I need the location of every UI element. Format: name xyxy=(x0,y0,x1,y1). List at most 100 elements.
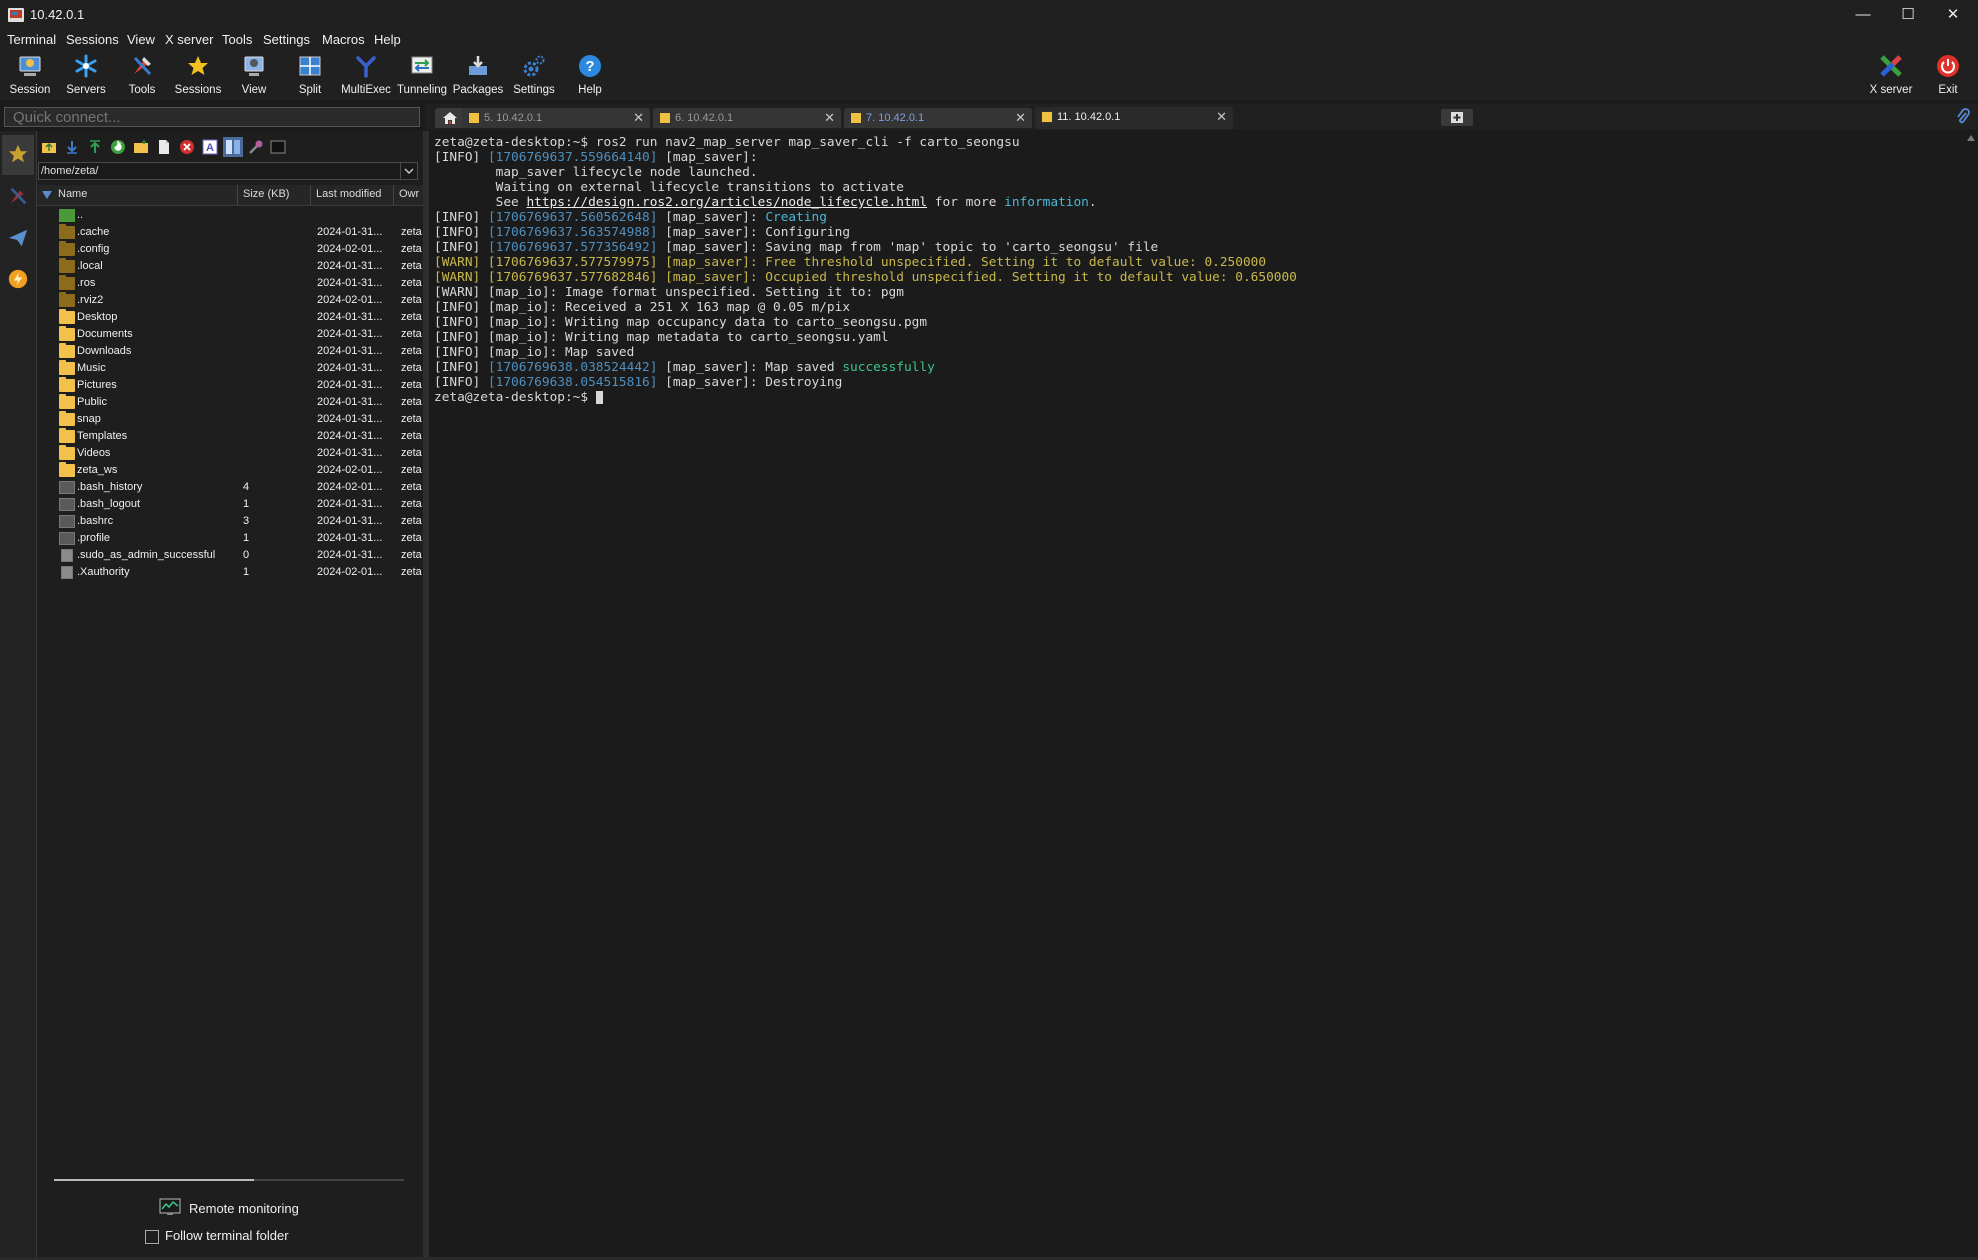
menu-x-server[interactable]: X server xyxy=(165,32,213,47)
table-row[interactable]: Public 2024-01-31... zeta xyxy=(37,394,423,411)
file-name: .rviz2 xyxy=(77,294,104,306)
menu-tools[interactable]: Tools xyxy=(222,32,252,47)
column-name[interactable]: Name xyxy=(58,188,87,200)
table-row[interactable]: .profile 1 2024-01-31... zeta xyxy=(37,530,423,547)
table-row[interactable]: Music 2024-01-31... zeta xyxy=(37,360,423,377)
close-window-button[interactable]: ✕ xyxy=(1930,0,1976,30)
session-button[interactable]: Session xyxy=(2,50,58,100)
file-owner: zeta xyxy=(401,243,422,255)
new-file-icon[interactable] xyxy=(156,139,172,155)
terminal-icon[interactable] xyxy=(270,139,286,155)
close-tab-icon[interactable]: ✕ xyxy=(1216,109,1227,125)
packages-button[interactable]: Packages xyxy=(450,50,506,100)
table-row[interactable]: .bashrc 3 2024-01-31... zeta xyxy=(37,513,423,530)
terminal-line: [INFO] [map_io]: Map saved xyxy=(434,345,1297,360)
multiexec-button[interactable]: MultiExec xyxy=(338,50,394,100)
quick-connect-input[interactable] xyxy=(4,107,420,127)
table-row[interactable]: Videos 2024-01-31... zeta xyxy=(37,445,423,462)
terminal-text: [1706769637.577356492] xyxy=(487,240,658,255)
path-input[interactable] xyxy=(41,164,391,178)
terminal-view[interactable]: zeta@zeta-desktop:~$ ros2 run nav2_map_s… xyxy=(426,131,1963,1257)
rename-icon[interactable]: A xyxy=(202,139,218,155)
table-row[interactable]: .cache 2024-01-31... zeta xyxy=(37,224,423,241)
folder-up-icon[interactable] xyxy=(41,139,57,155)
exit-button[interactable]: Exit xyxy=(1920,50,1976,100)
settings-button[interactable]: Settings xyxy=(506,50,562,100)
close-tab-icon[interactable]: ✕ xyxy=(633,110,644,126)
terminal-text: [INFO] xyxy=(434,210,488,225)
session-tab[interactable]: 7. 10.42.0.1 ✕ xyxy=(844,108,1032,128)
table-row[interactable]: .bash_history 4 2024-02-01... zeta xyxy=(37,479,423,496)
table-row[interactable]: .bash_logout 1 2024-01-31... zeta xyxy=(37,496,423,513)
terminal-link[interactable]: https://design.ros2.org/articles/node_li… xyxy=(526,195,927,210)
scroll-up-icon[interactable] xyxy=(1967,135,1975,141)
table-row[interactable]: .. xyxy=(37,207,423,224)
menu-macros[interactable]: Macros xyxy=(322,32,365,47)
table-row[interactable]: .ros 2024-01-31... zeta xyxy=(37,275,423,292)
column-divider[interactable] xyxy=(237,185,238,205)
table-row[interactable]: .Xauthority 1 2024-02-01... zeta xyxy=(37,564,423,581)
minimize-button[interactable]: — xyxy=(1840,0,1886,30)
close-tab-icon[interactable]: ✕ xyxy=(1015,110,1026,126)
session-tab[interactable]: 5. 10.42.0.1 ✕ xyxy=(462,108,650,128)
help-button[interactable]: ? Help xyxy=(562,50,618,100)
sessions-button[interactable]: Sessions xyxy=(170,50,226,100)
properties-icon[interactable] xyxy=(248,139,264,155)
tools-button[interactable]: Tools xyxy=(114,50,170,100)
menu-view[interactable]: View xyxy=(127,32,155,47)
column-owner[interactable]: Owr xyxy=(399,188,419,200)
new-folder-icon[interactable] xyxy=(133,139,149,155)
x-server-button[interactable]: X server xyxy=(1863,50,1919,100)
new-tab-button[interactable] xyxy=(1441,109,1473,126)
path-dropdown-button[interactable] xyxy=(400,163,417,179)
scrollbar-thumb[interactable] xyxy=(54,1179,254,1181)
table-row[interactable]: .local 2024-01-31... zeta xyxy=(37,258,423,275)
column-divider[interactable] xyxy=(393,185,394,205)
terminal-text: Creating xyxy=(765,210,827,225)
delete-icon[interactable] xyxy=(179,139,195,155)
table-row[interactable]: Downloads 2024-01-31... zeta xyxy=(37,343,423,360)
sidebar-sessions-tab[interactable] xyxy=(2,135,34,175)
sidebar-sftp-tab[interactable] xyxy=(2,261,34,301)
terminal-text: [INFO] [map_io]: Received a 251 X 163 ma… xyxy=(434,300,851,315)
refresh-icon[interactable] xyxy=(110,139,126,155)
column-divider[interactable] xyxy=(310,185,311,205)
follow-terminal-folder-checkbox[interactable] xyxy=(145,1230,159,1244)
table-row[interactable]: Documents 2024-01-31... zeta xyxy=(37,326,423,343)
maximize-button[interactable]: ☐ xyxy=(1885,0,1931,30)
table-row[interactable]: zeta_ws 2024-02-01... zeta xyxy=(37,462,423,479)
table-row[interactable]: Desktop 2024-01-31... zeta xyxy=(37,309,423,326)
split-button[interactable]: Split xyxy=(282,50,338,100)
table-row[interactable]: snap 2024-01-31... zeta xyxy=(37,411,423,428)
home-tab[interactable] xyxy=(435,108,465,128)
menu-sessions[interactable]: Sessions xyxy=(66,32,119,47)
session-tab[interactable]: 11. 10.42.0.1 ✕ xyxy=(1035,107,1233,129)
table-row[interactable]: Templates 2024-01-31... zeta xyxy=(37,428,423,445)
file-name: .bash_history xyxy=(77,481,143,493)
sidebar-tools-tab[interactable] xyxy=(2,177,34,217)
download-icon[interactable] xyxy=(64,139,80,155)
horizontal-scrollbar[interactable] xyxy=(54,1179,404,1181)
servers-button[interactable]: Servers xyxy=(58,50,114,100)
terminal-scrollbar[interactable] xyxy=(1964,131,1978,1257)
menu-terminal[interactable]: Terminal xyxy=(7,32,56,47)
terminal-text: [map_saver]: Configuring xyxy=(657,225,851,240)
session-tab[interactable]: 6. 10.42.0.1 ✕ xyxy=(653,108,841,128)
column-size[interactable]: Size (KB) xyxy=(243,188,289,200)
column-last-modified[interactable]: Last modified xyxy=(316,188,381,200)
paperclip-icon[interactable] xyxy=(1956,108,1970,126)
menu-help[interactable]: Help xyxy=(374,32,401,47)
follow-terminal-folder-label[interactable]: Follow terminal folder xyxy=(165,1228,289,1243)
file-name: .Xauthority xyxy=(77,566,130,578)
table-row[interactable]: .rviz2 2024-02-01... zeta xyxy=(37,292,423,309)
table-row[interactable]: .config 2024-02-01... zeta xyxy=(37,241,423,258)
close-tab-icon[interactable]: ✕ xyxy=(824,110,835,126)
view-button[interactable]: View xyxy=(226,50,282,100)
table-row[interactable]: Pictures 2024-01-31... zeta xyxy=(37,377,423,394)
tunneling-button[interactable]: Tunneling xyxy=(394,50,450,100)
upload-icon[interactable] xyxy=(87,139,103,155)
toggle-view-icon[interactable] xyxy=(223,137,243,157)
sidebar-macros-tab[interactable] xyxy=(2,219,34,259)
table-row[interactable]: .sudo_as_admin_successful 0 2024-01-31... z… xyxy=(37,547,423,564)
menu-settings[interactable]: Settings xyxy=(263,32,310,47)
